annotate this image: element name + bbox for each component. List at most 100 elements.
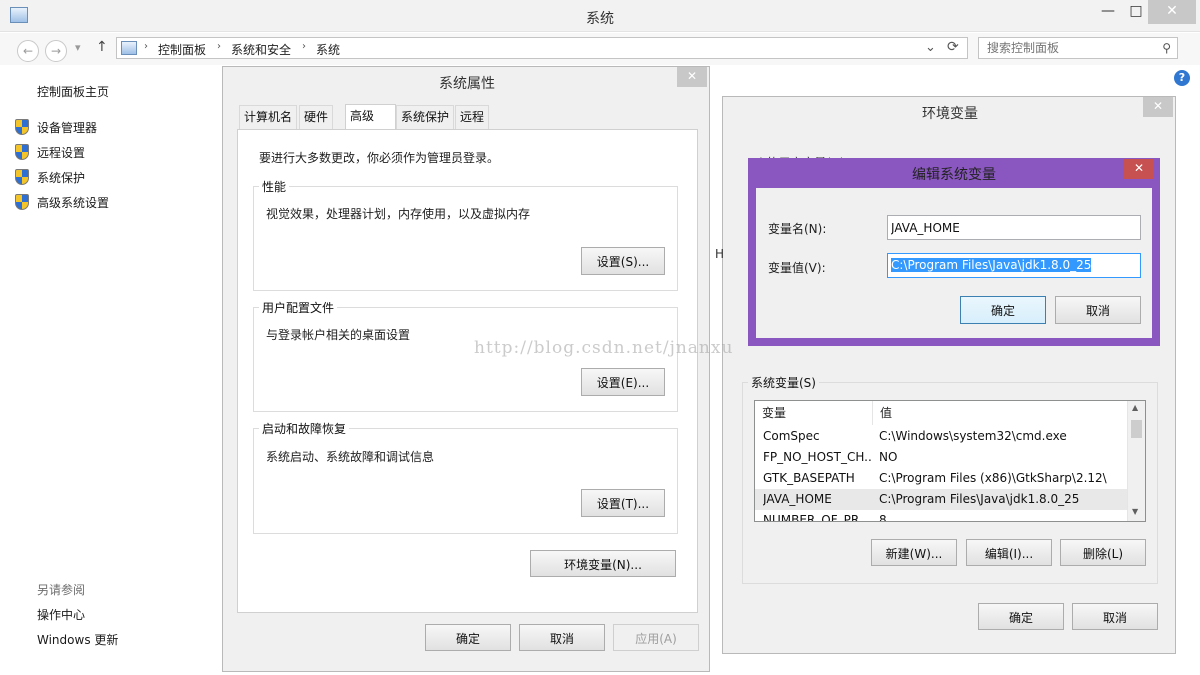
close-icon[interactable]: ✕ bbox=[677, 67, 707, 87]
table-row[interactable]: ComSpec C:\Windows\system32\cmd.exe bbox=[755, 426, 1127, 447]
breadcrumb-separator: › bbox=[217, 41, 221, 52]
scroll-up-icon[interactable]: ▲ bbox=[1132, 403, 1138, 412]
ok-button[interactable]: 确定 bbox=[425, 624, 511, 651]
tab-advanced[interactable]: 高级 bbox=[345, 104, 396, 130]
back-button[interactable]: ← bbox=[17, 40, 39, 62]
row-variable: GTK_BASEPATH bbox=[763, 471, 855, 485]
startup-recovery-settings-button[interactable]: 设置(T)... bbox=[581, 489, 665, 517]
env-cancel-button[interactable]: 取消 bbox=[1072, 603, 1158, 630]
shield-icon bbox=[15, 169, 29, 185]
table-row-selected[interactable]: JAVA_HOME C:\Program Files\Java\jdk1.8.0… bbox=[755, 489, 1127, 510]
dialog-title: 环境变量 bbox=[922, 106, 978, 122]
edit-cancel-button[interactable]: 取消 bbox=[1055, 296, 1141, 324]
row-variable: NUMBER_OF_PR... bbox=[763, 513, 871, 522]
row-value: 8 bbox=[879, 513, 887, 522]
table-row[interactable]: FP_NO_HOST_CH... NO bbox=[755, 447, 1127, 468]
tab-system-protection[interactable]: 系统保护 bbox=[396, 105, 455, 129]
history-dropdown-icon[interactable]: ▾ bbox=[75, 41, 81, 54]
tab-hardware[interactable]: 硬件 bbox=[299, 105, 334, 129]
see-also-heading: 另请参阅 bbox=[37, 583, 86, 597]
row-variable: FP_NO_HOST_CH... bbox=[763, 450, 871, 464]
title-bar: 系统 — □ ✕ bbox=[0, 0, 1200, 32]
breadcrumb-separator: › bbox=[302, 41, 306, 52]
close-icon[interactable]: ✕ bbox=[1124, 159, 1154, 179]
control-panel-icon bbox=[121, 41, 137, 55]
row-value: C:\Windows\system32\cmd.exe bbox=[879, 429, 1067, 443]
shield-icon bbox=[15, 144, 29, 160]
variable-name-field[interactable] bbox=[887, 215, 1141, 240]
refresh-icon[interactable]: ⟳ bbox=[947, 39, 959, 55]
scrollbar-thumb[interactable] bbox=[1131, 420, 1142, 438]
startup-recovery-description: 系统启动、系统故障和调试信息 bbox=[266, 450, 435, 464]
user-profiles-settings-button[interactable]: 设置(E)... bbox=[581, 368, 665, 396]
system-protection-link[interactable]: 系统保护 bbox=[37, 169, 85, 186]
user-profiles-heading: 用户配置文件 bbox=[262, 301, 335, 315]
search-icon[interactable]: ⚲ bbox=[1162, 41, 1171, 55]
close-window-button[interactable]: ✕ bbox=[1148, 0, 1196, 24]
variable-name-label: 变量名(N): bbox=[768, 222, 827, 236]
up-button[interactable]: ↑ bbox=[96, 39, 108, 55]
table-row[interactable]: NUMBER_OF_PR... 8 bbox=[755, 510, 1127, 522]
advanced-settings-link[interactable]: 高级系统设置 bbox=[37, 194, 109, 211]
breadcrumb-separator: › bbox=[144, 41, 148, 52]
minimize-button[interactable]: — bbox=[1092, 0, 1124, 24]
column-header-variable[interactable]: 变量 bbox=[755, 401, 873, 425]
search-box[interactable]: ⚲ bbox=[978, 37, 1178, 59]
system-variables-heading: 系统变量(S) bbox=[751, 376, 816, 390]
dialog-title: 编辑系统变量 bbox=[912, 167, 996, 183]
edit-system-variable-dialog: 编辑系统变量 ✕ 变量名(N): 变量值(V): C:\Program File… bbox=[748, 158, 1160, 346]
action-center-link[interactable]: 操作中心 bbox=[37, 606, 85, 623]
address-bar[interactable]: › 控制面板 › 系统和安全 › 系统 ⌄ ⟳ bbox=[116, 37, 968, 59]
search-input[interactable] bbox=[979, 38, 1149, 58]
breadcrumb-control-panel[interactable]: 控制面板 bbox=[158, 41, 206, 58]
edit-variable-button[interactable]: 编辑(I)... bbox=[966, 539, 1052, 566]
watermark-text: http://blog.csdn.net/jnanxu bbox=[474, 338, 734, 358]
tab-computer-name[interactable]: 计算机名 bbox=[239, 105, 298, 129]
window-title: 系统 bbox=[586, 11, 614, 27]
dialog-title: 系统属性 bbox=[439, 76, 495, 92]
edit-dialog-body: 变量名(N): 变量值(V): C:\Program Files\Java\jd… bbox=[756, 188, 1152, 338]
user-profiles-description: 与登录帐户相关的桌面设置 bbox=[266, 328, 411, 342]
breadcrumb-system[interactable]: 系统 bbox=[316, 41, 340, 58]
system-variables-list[interactable]: 变量 值 ComSpec C:\Windows\system32\cmd.exe… bbox=[754, 400, 1146, 522]
shield-icon bbox=[15, 119, 29, 135]
cancel-button[interactable]: 取消 bbox=[519, 624, 605, 651]
table-row[interactable]: GTK_BASEPATH C:\Program Files (x86)\GtkS… bbox=[755, 468, 1127, 489]
apply-button[interactable]: 应用(A) bbox=[613, 624, 699, 651]
performance-description: 视觉效果，处理器计划，内存使用，以及虚拟内存 bbox=[266, 207, 531, 221]
help-icon[interactable]: ? bbox=[1174, 70, 1190, 86]
control-panel-home-link[interactable]: 控制面板主页 bbox=[37, 83, 109, 100]
breadcrumb-system-security[interactable]: 系统和安全 bbox=[231, 41, 291, 58]
device-manager-link[interactable]: 设备管理器 bbox=[37, 119, 97, 136]
tab-content-advanced: 要进行大多数更改，你必须作为管理员登录。 性能 视觉效果，处理器计划，内存使用，… bbox=[237, 129, 698, 613]
shield-icon bbox=[15, 194, 29, 210]
tab-remote[interactable]: 远程 bbox=[455, 105, 490, 129]
row-variable: ComSpec bbox=[763, 429, 820, 443]
vertical-scrollbar[interactable]: ▲ ▼ bbox=[1127, 401, 1145, 521]
row-value: C:\Program Files (x86)\GtkSharp\2.12\ bbox=[879, 471, 1107, 485]
forward-button[interactable]: → bbox=[45, 40, 67, 62]
maximize-button[interactable]: □ bbox=[1124, 0, 1148, 24]
scroll-down-icon[interactable]: ▼ bbox=[1132, 507, 1138, 516]
partial-label: H bbox=[715, 247, 725, 261]
performance-heading: 性能 bbox=[262, 180, 287, 194]
new-variable-button[interactable]: 新建(W)... bbox=[871, 539, 957, 566]
admin-note: 要进行大多数更改，你必须作为管理员登录。 bbox=[259, 151, 500, 165]
edit-ok-button[interactable]: 确定 bbox=[960, 296, 1046, 324]
delete-variable-button[interactable]: 删除(L) bbox=[1060, 539, 1146, 566]
variable-value-field[interactable]: C:\Program Files\Java\jdk1.8.0_25 bbox=[887, 253, 1141, 278]
column-header-value[interactable]: 值 bbox=[873, 401, 1128, 425]
row-value: C:\Program Files\Java\jdk1.8.0_25 bbox=[879, 492, 1080, 506]
env-ok-button[interactable]: 确定 bbox=[978, 603, 1064, 630]
startup-recovery-heading: 启动和故障恢复 bbox=[262, 422, 347, 436]
windows-update-link[interactable]: Windows 更新 bbox=[37, 631, 118, 648]
remote-settings-link[interactable]: 远程设置 bbox=[37, 144, 85, 161]
row-variable: JAVA_HOME bbox=[763, 492, 832, 506]
close-icon[interactable]: ✕ bbox=[1143, 97, 1173, 117]
performance-settings-button[interactable]: 设置(S)... bbox=[581, 247, 665, 275]
address-dropdown-icon[interactable]: ⌄ bbox=[925, 40, 936, 55]
variable-value-label: 变量值(V): bbox=[768, 261, 826, 275]
row-value: NO bbox=[879, 450, 898, 464]
environment-variables-button[interactable]: 环境变量(N)... bbox=[530, 550, 676, 577]
variable-value-selected-text: C:\Program Files\Java\jdk1.8.0_25 bbox=[891, 258, 1092, 272]
